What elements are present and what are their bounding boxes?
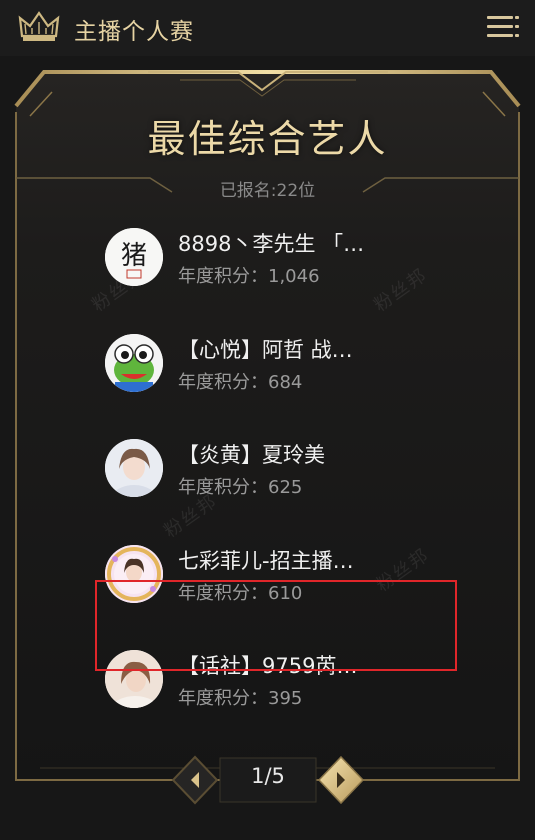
entry-name: 【心悦】阿哲 战… xyxy=(178,338,353,362)
page-title: 主播个人赛 xyxy=(74,19,194,45)
top-bar: 主播个人赛 xyxy=(0,0,535,56)
menu-icon[interactable] xyxy=(487,14,519,40)
pagination: 1/5 xyxy=(170,754,366,806)
entry-name: 七彩菲儿-招主播… xyxy=(178,549,354,573)
avatar: 猪 xyxy=(105,228,163,286)
avatar xyxy=(105,334,163,392)
entry-score: 年度积分：1,046 xyxy=(178,266,320,287)
avatar xyxy=(105,439,163,497)
entry-score: 年度积分：395 xyxy=(178,688,303,709)
list-item[interactable]: 【心悦】阿哲 战… 年度积分：684 xyxy=(100,326,450,406)
registered-count: 已报名:22位 xyxy=(219,181,316,201)
page-indicator: 1/5 xyxy=(251,764,285,788)
selection-highlight xyxy=(95,580,457,671)
entry-score: 年度积分：625 xyxy=(178,477,303,498)
next-page-button[interactable] xyxy=(316,754,366,806)
entry-name: 8898丶李先生 「… xyxy=(178,232,365,256)
list-item[interactable]: 【炎黄】夏玲美 年度积分：625 xyxy=(100,431,450,511)
svg-text:猪: 猪 xyxy=(121,241,147,271)
panel-title: 最佳综合艺人 xyxy=(147,117,388,161)
list-item[interactable]: 猪 8898丶李先生 「… 年度积分：1,046 xyxy=(100,220,450,300)
entry-name: 【炎黄】夏玲美 xyxy=(178,443,325,467)
prev-page-button[interactable] xyxy=(170,754,220,806)
entry-score: 年度积分：684 xyxy=(178,372,303,393)
crown-icon xyxy=(18,11,60,41)
